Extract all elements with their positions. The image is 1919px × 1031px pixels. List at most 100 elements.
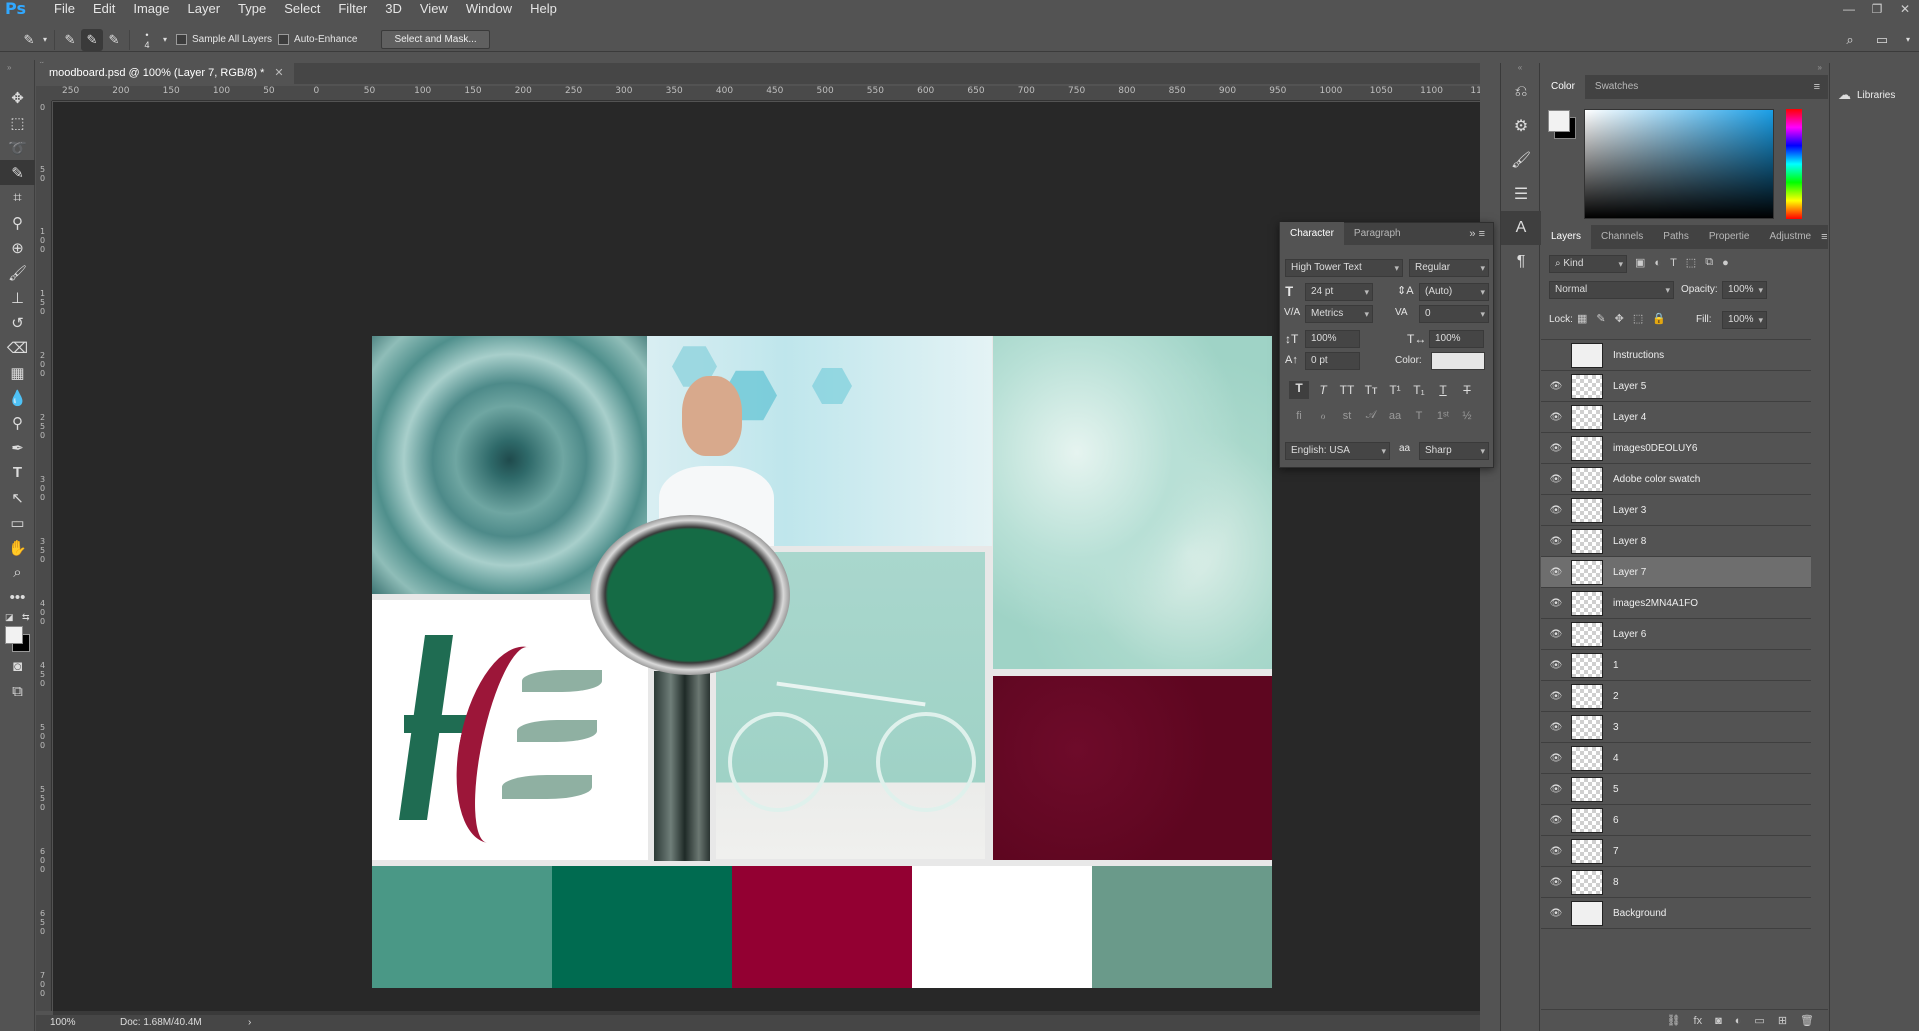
smart-object-filter-icon[interactable]: ⧉ <box>1705 256 1713 269</box>
tab-channels[interactable]: Channels <box>1591 225 1653 249</box>
gradient-tool-icon[interactable]: ▦ <box>0 360 35 385</box>
visibility-eye-icon[interactable]: 👁 <box>1541 660 1571 671</box>
workspace-icon[interactable]: ▭ <box>1871 29 1893 51</box>
layer-row[interactable]: 👁 Adobe color swatch <box>1541 464 1811 495</box>
shape-filter-icon[interactable]: ⬚ <box>1686 256 1696 269</box>
delete-layer-icon[interactable]: 🗑 <box>1800 1014 1814 1027</box>
new-layer-icon[interactable]: ⊞ <box>1778 1014 1787 1027</box>
path-selection-tool-icon[interactable]: ↖ <box>0 485 35 510</box>
layer-row[interactable]: 👁 3 <box>1541 712 1811 743</box>
antialias-select[interactable]: Sharp ▾ <box>1419 442 1489 460</box>
brush-tool-icon[interactable]: 🖌 <box>0 260 35 285</box>
layer-row[interactable]: 👁 Layer 8 <box>1541 526 1811 557</box>
search-icon[interactable]: ⌕ <box>1839 29 1861 51</box>
menu-item-file[interactable]: File <box>45 0 84 18</box>
hand-tool-icon[interactable]: ✋ <box>0 535 35 560</box>
faux-italic-icon[interactable]: T <box>1313 383 1333 397</box>
opacity-field[interactable]: 100% ▾ <box>1722 281 1767 299</box>
move-tool-icon[interactable]: ✥ <box>0 85 35 110</box>
menu-item-layer[interactable]: Layer <box>179 0 230 18</box>
foreground-color-chip[interactable] <box>1548 110 1570 132</box>
restore-icon[interactable]: ❐ <box>1863 0 1891 18</box>
tab-adjustments[interactable]: Adjustme <box>1759 225 1821 249</box>
chevron-right-icon[interactable]: › <box>248 1015 251 1031</box>
menu-item-edit[interactable]: Edit <box>84 0 124 18</box>
baseline-shift-field[interactable]: 0 pt <box>1305 352 1360 370</box>
close-icon[interactable]: ✕ <box>1891 0 1919 18</box>
panel-menu-icon[interactable]: ≡ <box>1814 81 1828 93</box>
tab-paragraph[interactable]: Paragraph <box>1344 222 1411 246</box>
faux-bold-icon[interactable]: T <box>1289 381 1309 399</box>
dodge-tool-icon[interactable]: ⚲ <box>0 410 35 435</box>
blend-mode-select[interactable]: Normal ▾ <box>1549 281 1674 299</box>
new-adjustment-layer-icon[interactable]: ◐ <box>1735 1015 1742 1027</box>
collapse-icon[interactable]: » <box>1541 63 1828 75</box>
layer-style-icon[interactable]: fx <box>1694 1015 1703 1027</box>
expand-tools-icon[interactable]: » <box>0 60 34 85</box>
filter-kind-select[interactable]: ⌕ Kind ▾ <box>1549 255 1627 273</box>
chevron-down-icon[interactable]: ▾ <box>1903 29 1913 51</box>
vertical-scale-field[interactable]: 100% <box>1305 330 1360 348</box>
zoom-tool-icon[interactable]: ⌕ <box>0 560 35 585</box>
visibility-eye-icon[interactable]: 👁 <box>1541 815 1571 826</box>
text-color-swatch[interactable] <box>1431 352 1485 370</box>
kerning-field[interactable]: Metrics ▾ <box>1305 305 1373 323</box>
layer-row[interactable]: 👁 Layer 7 <box>1541 557 1811 588</box>
menu-item-window[interactable]: Window <box>457 0 521 18</box>
tab-properties[interactable]: Propertie <box>1699 225 1760 249</box>
contextual-alternates-icon[interactable]: ℴ <box>1313 409 1333 422</box>
pixel-filter-icon[interactable]: ▣ <box>1635 256 1645 269</box>
menu-item-type[interactable]: Type <box>229 0 275 18</box>
language-select[interactable]: English: USA ▾ <box>1285 442 1390 460</box>
font-style-select[interactable]: Regular ▾ <box>1409 259 1489 277</box>
close-icon[interactable]: ✕ <box>274 63 283 84</box>
tab-paths[interactable]: Paths <box>1653 225 1699 249</box>
fractions-icon[interactable]: ½ <box>1457 410 1477 422</box>
subtract-selection-icon[interactable]: ✎ <box>103 29 125 51</box>
menu-item-3d[interactable]: 3D <box>376 0 411 18</box>
layer-row[interactable]: 👁 images0DEOLUY6 <box>1541 433 1811 464</box>
marquee-tool-icon[interactable]: ⬚ <box>0 110 35 135</box>
tab-swatches[interactable]: Swatches <box>1585 75 1648 99</box>
visibility-eye-icon[interactable]: 👁 <box>1541 381 1571 392</box>
type-tool-icon[interactable]: T <box>0 460 35 485</box>
layer-row[interactable]: 👁 images2MN4A1FO <box>1541 588 1811 619</box>
fill-field[interactable]: 100% ▾ <box>1722 311 1767 329</box>
character-icon[interactable]: A <box>1501 211 1541 245</box>
quick-selection-tool-icon[interactable]: ✎ <box>18 29 40 51</box>
canvas-area[interactable] <box>53 102 1480 1014</box>
lock-transparent-icon[interactable]: ▦ <box>1577 312 1587 325</box>
layer-row[interactable]: 👁 2 <box>1541 681 1811 712</box>
layer-row[interactable]: 👁 Layer 3 <box>1541 495 1811 526</box>
history-icon[interactable]: ⎌ <box>1501 75 1541 109</box>
collapse-icon[interactable]: « <box>1501 63 1539 75</box>
menu-item-image[interactable]: Image <box>124 0 178 18</box>
more-tools-icon[interactable]: ••• <box>0 585 35 610</box>
sample-all-layers-checkbox[interactable] <box>176 34 187 45</box>
ordinals-icon[interactable]: 1ˢᵗ <box>1433 410 1453 422</box>
tracking-field[interactable]: 0 ▾ <box>1419 305 1489 323</box>
visibility-eye-icon[interactable]: 👁 <box>1541 784 1571 795</box>
swash-icon[interactable]: 𝒜 <box>1361 409 1381 422</box>
add-mask-icon[interactable]: ◙ <box>1715 1015 1722 1027</box>
stylistic-alternates-icon[interactable]: aa <box>1385 410 1405 422</box>
hue-slider[interactable] <box>1786 109 1802 219</box>
libraries-button[interactable]: ☁ Libraries <box>1838 87 1919 103</box>
lock-position-icon[interactable]: ✥ <box>1615 312 1624 325</box>
visibility-eye-icon[interactable]: 👁 <box>1541 567 1571 578</box>
blur-tool-icon[interactable]: 💧 <box>0 385 35 410</box>
titling-alternates-icon[interactable]: T <box>1409 410 1429 422</box>
subscript-icon[interactable]: T₁ <box>1409 383 1429 397</box>
screen-mode-icon[interactable]: ⧉ <box>0 679 35 704</box>
add-to-selection-icon[interactable]: ✎ <box>81 28 103 51</box>
eyedropper-tool-icon[interactable]: ⚲ <box>0 210 35 235</box>
visibility-eye-icon[interactable]: 👁 <box>1541 908 1571 919</box>
visibility-eye-icon[interactable]: 👁 <box>1541 598 1571 609</box>
layer-row[interactable]: 👁 Background <box>1541 898 1811 929</box>
panel-menu-icon[interactable]: » ≡ <box>1469 228 1493 240</box>
visibility-eye-icon[interactable]: 👁 <box>1541 846 1571 857</box>
small-caps-icon[interactable]: Tт <box>1361 383 1381 397</box>
layer-row[interactable]: 👁 Layer 4 <box>1541 402 1811 433</box>
lasso-tool-icon[interactable]: ➰ <box>0 135 35 160</box>
link-layers-icon[interactable]: ⛓ <box>1667 1014 1681 1027</box>
